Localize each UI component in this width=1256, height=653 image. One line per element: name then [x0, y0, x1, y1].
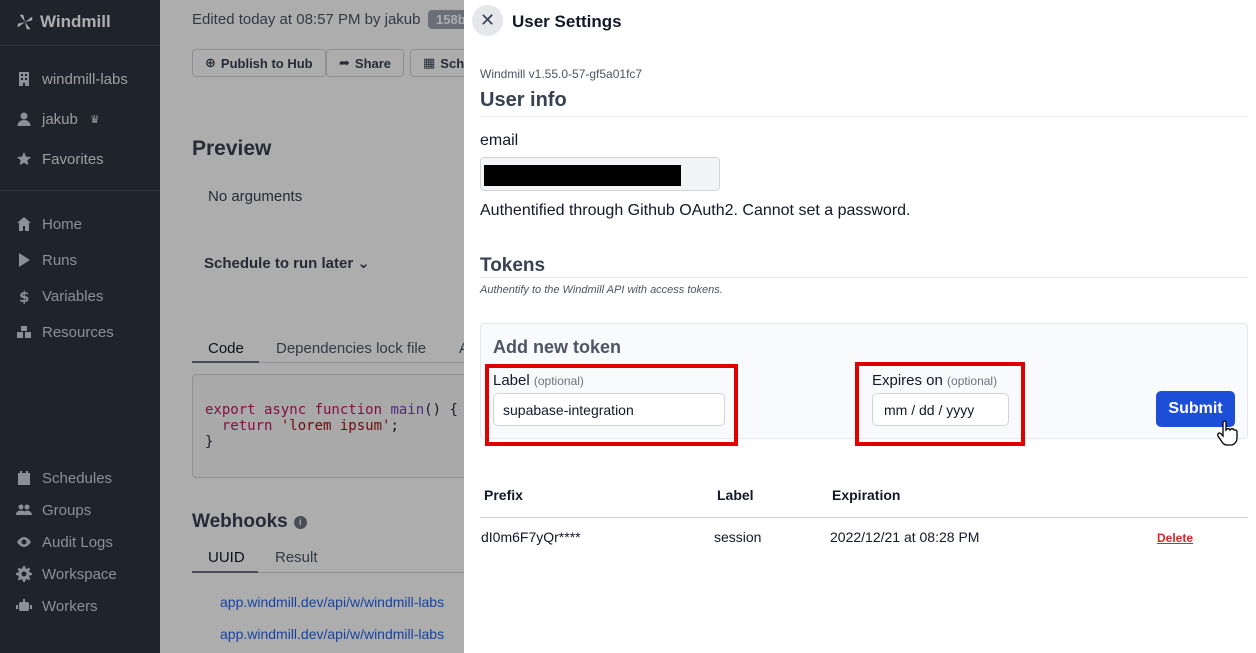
- heading-divider: [480, 116, 1248, 117]
- email-label: email: [480, 132, 519, 149]
- token-label: session: [714, 529, 762, 545]
- email-field: [480, 157, 720, 191]
- table-divider: [480, 517, 1248, 518]
- redacted-email: [484, 165, 681, 186]
- column-header-prefix: Prefix: [484, 487, 523, 503]
- tokens-heading: Tokens: [480, 255, 546, 276]
- auth-info-text: Authentified through Github OAuth2. Cann…: [480, 202, 911, 219]
- user-settings-drawer: ✕ User Settings Windmill v1.55.0-57-gf5a…: [464, 0, 1256, 653]
- hand-cursor-icon: [1217, 420, 1238, 446]
- highlight-box: [855, 362, 1025, 446]
- tokens-subtitle: Authentify to the Windmill API with acce…: [480, 284, 723, 296]
- highlight-box: [485, 364, 738, 446]
- modal-backdrop[interactable]: [0, 0, 464, 653]
- token-prefix: dI0m6F7yQr****: [481, 529, 581, 545]
- delete-token-link[interactable]: Delete: [1157, 531, 1193, 545]
- column-header-expiration: Expiration: [832, 487, 901, 503]
- token-expiration: 2022/12/21 at 08:28 PM: [830, 529, 980, 545]
- user-info-heading: User info: [480, 89, 567, 111]
- heading-divider: [480, 277, 1248, 278]
- close-icon: ✕: [479, 10, 496, 30]
- close-button[interactable]: ✕: [472, 5, 503, 36]
- app-version: Windmill v1.55.0-57-gf5a01fc7: [480, 67, 643, 81]
- drawer-title: User Settings: [512, 12, 622, 31]
- new-token-title: Add new token: [493, 337, 622, 357]
- column-header-label: Label: [717, 487, 754, 503]
